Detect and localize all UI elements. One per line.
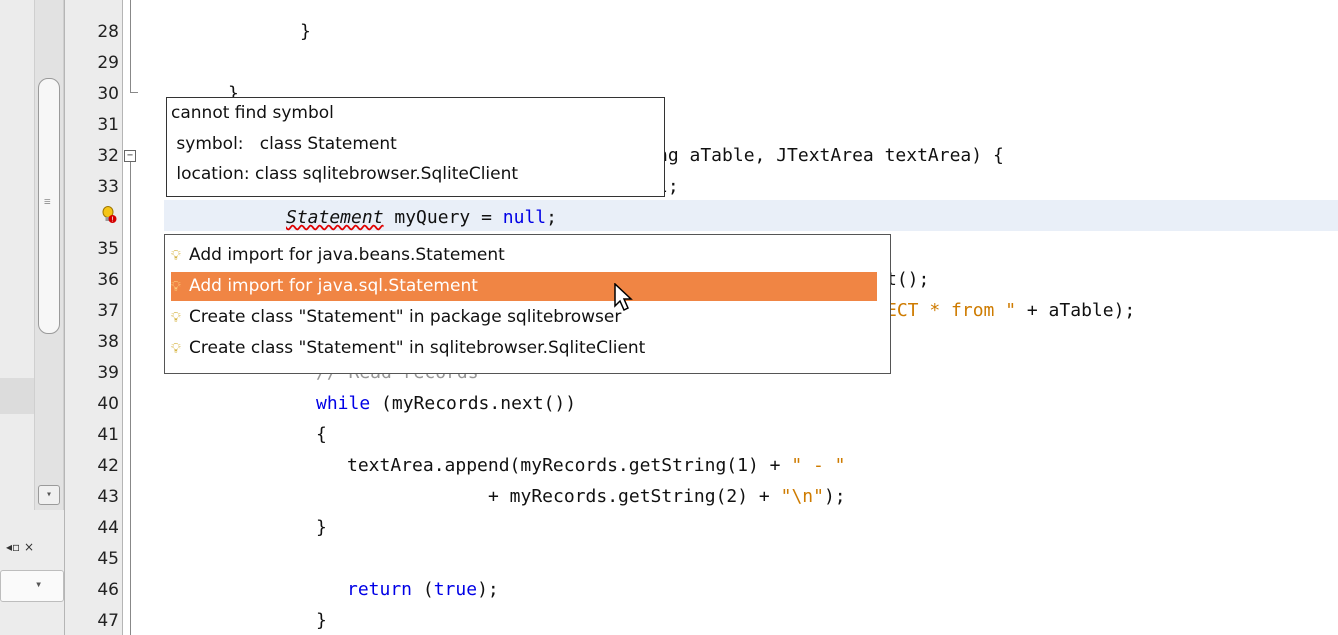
suggestion-label: Add import for java.sql.Statement [189,276,478,296]
code-text: ; [546,207,557,228]
code-text: (myRecords.next()) [370,393,577,414]
fold-minus-icon[interactable]: − [124,150,136,162]
fold-guide [130,162,131,635]
tooltip-location: location: class sqlitebrowser.SqliteClie… [171,164,519,184]
line-number: 39 [97,363,119,383]
code-line-46: return (true); [347,579,499,601]
quick-fix-popup: 💡︎ Add import for java.beans.Statement 💡︎… [164,234,891,374]
string-literal: ECT * from " [886,300,1017,321]
suggestion-item[interactable]: 💡︎ Create class "Statement" in package sq… [171,303,877,332]
lightbulb-icon: 💡︎ [171,248,181,264]
code-line-47: } [316,610,327,631]
code-line-42: textArea.append(myRecords.getString(1) +… [347,455,846,477]
side-panel: ≡ ▾ ◂▫ × ▾ [0,0,64,635]
code-line-41: { [316,424,327,445]
lightbulb-icon: 💡︎ [171,310,181,326]
line-number: 45 [97,549,119,569]
tooltip-title: cannot find symbol [171,103,334,123]
code-line-28: } [300,21,311,42]
svg-text:!: ! [111,216,114,224]
error-hint-icon[interactable]: ! [101,206,117,224]
line-number: 46 [97,580,119,600]
code-text: + aTable); [1016,300,1136,321]
keyword: null [502,207,547,228]
lightbulb-icon: 💡︎ [171,341,181,357]
code-line-36: t(); [886,269,930,290]
scroll-down-arrow-icon[interactable]: ▾ [38,485,60,505]
suggestion-label: Create class "Statement" in sqlitebrowse… [189,338,646,358]
mouse-pointer-icon [614,283,633,312]
line-number: 38 [97,332,119,352]
fold-guide [130,0,131,92]
string-literal: "\n" [780,486,824,507]
line-number: 41 [97,425,119,445]
code-line-44: } [316,517,327,538]
fold-guide-end [130,92,138,93]
panel-dropdown[interactable]: ▾ [0,570,64,602]
line-number: 37 [97,301,119,321]
code-text: myQuery = [383,207,503,228]
line-number: 33 [97,177,119,197]
line-number: 32 [97,146,119,166]
line-number-gutter: 28 29 30 31 32 33 35 36 37 38 39 40 41 4… [64,0,123,635]
line-number: 36 [97,270,119,290]
code-text: + myRecords.getString(2) + [488,486,781,507]
line-number: 47 [97,611,119,631]
line-number: 42 [97,456,119,476]
code-text: ( [412,579,434,600]
string-literal: " - " [791,455,846,476]
code-text: ); [477,579,499,600]
code-line-37: ECT * from " + aTable); [886,300,1135,322]
chevron-down-icon: ▾ [35,577,43,591]
suggestion-label: Add import for java.beans.Statement [189,245,505,265]
line-number: 30 [97,84,119,104]
line-number: 43 [97,487,119,507]
side-panel-band [0,378,34,414]
keyword: true [433,579,478,600]
unresolved-type[interactable]: Statement [286,207,384,228]
fold-column [122,0,135,635]
code-line-34: Statement myQuery = null; [286,207,557,229]
code-text: textArea.append(myRecords.getString(1) + [347,455,792,476]
panel-tab-controls[interactable]: ◂▫ × [6,540,34,554]
suggestion-label: Create class "Statement" in package sqli… [189,307,622,327]
line-number: 35 [97,239,119,259]
tooltip-symbol: symbol: class Statement [171,134,397,154]
suggestion-item[interactable]: 💡︎ Create class "Statement" in sqlitebrow… [171,334,877,363]
code-line-43: + myRecords.getString(2) + "\n"); [488,486,846,508]
error-tooltip: cannot find symbol symbol: class Stateme… [166,97,665,197]
line-number: 44 [97,518,119,538]
line-number: 28 [97,22,119,42]
keyword: return [347,579,413,600]
line-number: 40 [97,394,119,414]
keyword: while [316,393,371,414]
code-line-32: ng aTable, JTextArea textArea) { [657,145,1004,166]
code-text: ); [823,486,846,507]
suggestion-item[interactable]: 💡︎ Add import for java.beans.Statement [171,241,877,270]
code-line-40: while (myRecords.next()) [316,393,576,415]
line-number: 29 [97,53,119,73]
suggestion-item-selected[interactable]: 💡︎ Add import for java.sql.Statement [171,272,877,301]
lightbulb-icon: 💡︎ [171,279,181,295]
scrollbar-grip-icon: ≡ [44,195,51,208]
line-number: 31 [97,115,119,135]
